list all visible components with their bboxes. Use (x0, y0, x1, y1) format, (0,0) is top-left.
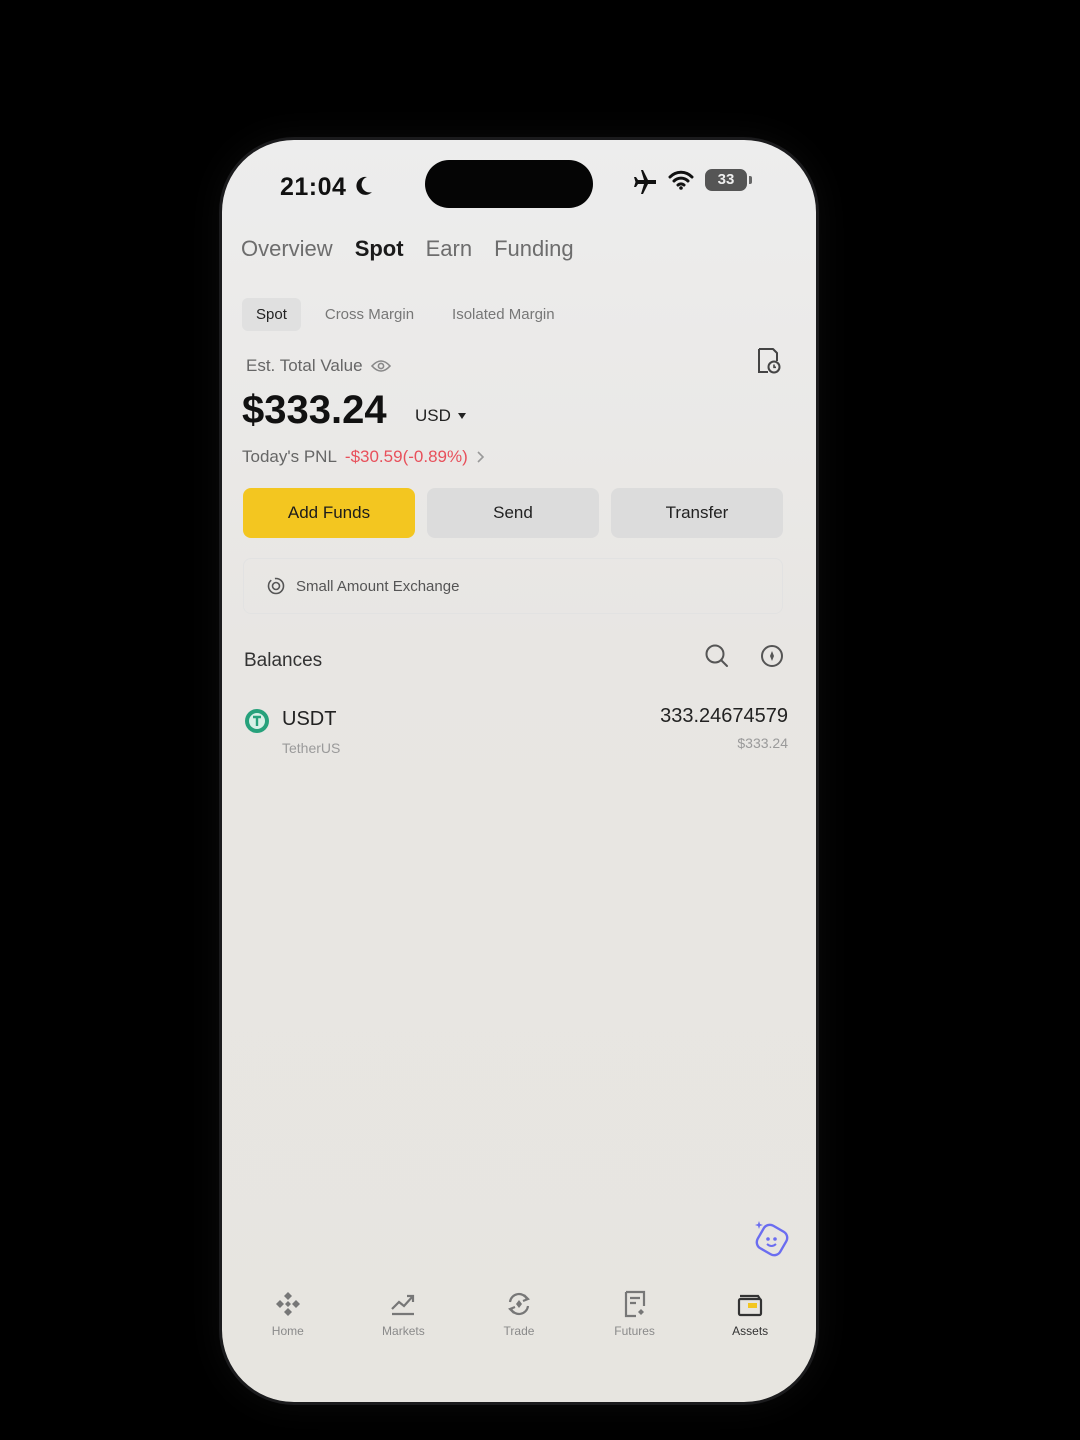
todays-pnl[interactable]: Today's PNL -$30.59(-0.89%) (242, 447, 486, 467)
nav-trade-label: Trade (503, 1324, 535, 1338)
add-funds-button[interactable]: Add Funds (243, 488, 415, 538)
nav-markets[interactable]: Markets (348, 1290, 458, 1360)
tab-earn[interactable]: Earn (426, 236, 472, 262)
futures-icon (624, 1290, 645, 1318)
tab-spot[interactable]: Spot (355, 236, 404, 262)
top-tabs: Overview Spot Earn Funding (241, 236, 574, 262)
battery-icon: 33 (705, 169, 747, 191)
send-button[interactable]: Send (427, 488, 599, 538)
transfer-button[interactable]: Transfer (611, 488, 783, 538)
nav-home[interactable]: Home (233, 1290, 343, 1360)
nav-assets-label: Assets (732, 1324, 769, 1338)
status-bar: 21:04 33 (222, 140, 816, 230)
currency-label: USD (415, 406, 451, 425)
pnl-label: Today's PNL (242, 447, 337, 466)
coin-name: TetherUS (282, 740, 341, 756)
chevron-right-icon (477, 451, 484, 463)
small-amount-exchange-label: Small Amount Exchange (296, 577, 460, 595)
nav-futures[interactable]: Futures (580, 1290, 690, 1360)
status-time: 21:04 (280, 173, 347, 201)
coin-amount: 333.24674579 (660, 705, 788, 727)
markets-icon (391, 1294, 415, 1316)
subtab-isolated-margin[interactable]: Isolated Margin (438, 298, 569, 331)
subtab-spot[interactable]: Spot (242, 298, 301, 331)
action-buttons: Add Funds Send Transfer (243, 488, 783, 538)
battery-tip (749, 176, 752, 184)
tab-overview[interactable]: Overview (241, 236, 333, 262)
bottom-nav: Home Markets Trade Futures Assets (222, 1290, 816, 1360)
nav-assets[interactable]: Assets (695, 1290, 805, 1360)
nav-home-label: Home (271, 1324, 304, 1338)
home-icon (275, 1292, 300, 1316)
dynamic-island (425, 160, 593, 208)
balance-row-usdt[interactable]: USDT TetherUS 333.24674579 $333.24 (244, 702, 788, 766)
airplane-icon (634, 170, 656, 194)
small-amount-exchange-button[interactable]: Small Amount Exchange (243, 558, 783, 614)
moon-icon (356, 176, 372, 195)
nav-futures-label: Futures (614, 1324, 655, 1338)
pnl-value: -$30.59(-0.89%) (344, 447, 468, 466)
wifi-icon (668, 170, 694, 190)
report-icon[interactable] (756, 347, 782, 375)
phone-screen: 21:04 33 Overview Spot Earn Funding Spot… (222, 140, 816, 1402)
search-icon[interactable] (704, 643, 730, 669)
caret-down-icon (457, 413, 466, 419)
assets-icon (738, 1294, 763, 1317)
usdt-coin-icon (245, 709, 269, 733)
nav-markets-label: Markets (382, 1324, 425, 1338)
exchange-icon (267, 577, 285, 595)
assistant-icon[interactable] (750, 1218, 792, 1260)
eye-icon[interactable] (370, 359, 391, 373)
tab-funding[interactable]: Funding (494, 236, 574, 262)
est-total-value-label: Est. Total Value (246, 356, 391, 376)
currency-selector[interactable]: USD (415, 406, 467, 426)
coin-fiat-value: $333.24 (737, 735, 788, 751)
trade-icon (508, 1292, 530, 1316)
total-value: $333.24 (242, 388, 387, 432)
coin-symbol: USDT (282, 708, 337, 730)
est-total-value-text: Est. Total Value (246, 356, 363, 375)
battery-level: 33 (717, 171, 735, 188)
balances-title: Balances (244, 650, 323, 671)
subtab-cross-margin[interactable]: Cross Margin (311, 298, 428, 331)
settings-icon[interactable] (759, 643, 785, 669)
nav-trade[interactable]: Trade (464, 1290, 574, 1360)
sub-tabs: Spot Cross Margin Isolated Margin (242, 298, 569, 331)
